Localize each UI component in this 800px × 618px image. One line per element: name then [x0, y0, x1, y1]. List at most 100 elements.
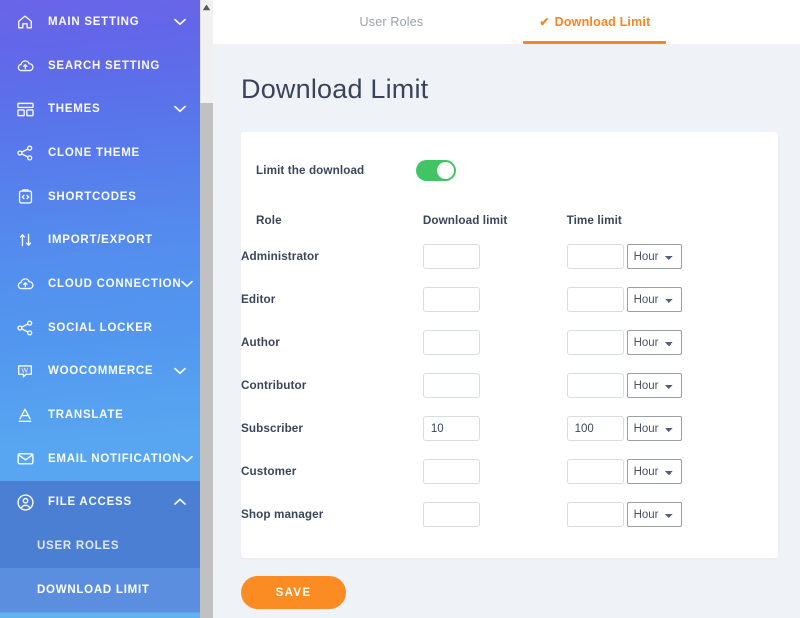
- sidebar-item-woocommerce[interactable]: WWOOCOMMERCE: [0, 350, 200, 394]
- sidebar-subitem-user-roles[interactable]: USER ROLES: [0, 524, 200, 568]
- time-limit-cell: HourDayWeekMonth: [567, 235, 778, 278]
- svg-text:W: W: [22, 368, 29, 375]
- sidebar-bottom-strip: [0, 613, 200, 618]
- translate-icon: [14, 404, 36, 426]
- time-limit-cell: HourDayWeekMonth: [567, 493, 778, 536]
- layout-grid-icon: [14, 98, 36, 120]
- sidebar-item-cloud-connection[interactable]: CLOUD CONNECTION: [0, 262, 200, 306]
- download-limit-cell: [423, 493, 567, 536]
- save-button[interactable]: SAVE: [241, 576, 346, 609]
- role-name-cell: Editor: [241, 278, 423, 321]
- tab-user-roles[interactable]: User Roles: [342, 0, 442, 44]
- sidebar-item-label: SEARCH SETTING: [48, 60, 160, 72]
- table-header-row: Role Download limit Time limit: [241, 214, 778, 235]
- chevron-up-icon[interactable]: [173, 496, 186, 509]
- sidebar-item-file-access[interactable]: FILE ACCESS: [0, 481, 200, 525]
- download-limit-cell: [423, 321, 567, 364]
- woocommerce-icon: W: [14, 360, 36, 382]
- sidebar-item-label: CLONE THEME: [48, 147, 140, 159]
- sidebar-item-label: IMPORT/EXPORT: [48, 234, 153, 246]
- time-unit-select[interactable]: HourDayWeekMonth: [627, 373, 682, 398]
- time-unit-select[interactable]: HourDayWeekMonth: [627, 416, 682, 441]
- table-row: Administrator HourDayWeekMonth: [241, 235, 778, 278]
- download-limit-input[interactable]: [423, 287, 480, 312]
- time-limit-group: HourDayWeekMonth: [567, 502, 778, 527]
- time-limit-cell: HourDayWeekMonth: [567, 321, 778, 364]
- main-content: User Roles ✔ Download Limit Download Limit…: [200, 0, 800, 618]
- sidebar-item-clone-theme[interactable]: CLONE THEME: [0, 131, 200, 175]
- tab-download-limit[interactable]: ✔ Download Limit: [521, 0, 668, 44]
- page-title: Download Limit: [241, 74, 781, 105]
- download-limit-table: Role Download limit Time limit Administr…: [241, 214, 778, 536]
- download-limit-input[interactable]: [423, 502, 480, 527]
- time-limit-group: HourDayWeekMonth: [567, 287, 778, 312]
- sidebar-subitem-label: USER ROLES: [37, 540, 119, 552]
- table-row: SubscriberHourDayWeekMonth: [241, 407, 778, 450]
- chevron-down-icon[interactable]: [173, 103, 186, 116]
- scroll-up-arrow-icon[interactable]: [202, 3, 211, 11]
- user-circle-icon: [14, 491, 36, 513]
- time-unit-select[interactable]: HourDayWeekMonth: [627, 330, 682, 355]
- tab-bar: User Roles ✔ Download Limit: [200, 0, 800, 44]
- download-limit-input[interactable]: [423, 244, 480, 269]
- column-header-time-limit: Time limit: [567, 214, 778, 235]
- sidebar-item-social-locker[interactable]: SOCIAL LOCKER: [0, 306, 200, 350]
- toggle-knob: [437, 162, 454, 179]
- sidebar-subitem-download-limit[interactable]: DOWNLOAD LIMIT: [0, 568, 200, 612]
- sidebar-item-themes[interactable]: THEMES: [0, 87, 200, 131]
- limit-toggle-label: Limit the download: [256, 164, 416, 177]
- sidebar-item-label: FILE ACCESS: [48, 496, 132, 508]
- sidebar-item-label: MAIN SETTING: [48, 16, 139, 28]
- sidebar: MAIN SETTING SEARCH SETTING THEMES CLONE TH…: [0, 0, 200, 618]
- time-unit-select[interactable]: HourDayWeekMonth: [627, 287, 682, 312]
- table-row: Customer HourDayWeekMonth: [241, 450, 778, 493]
- chevron-down-icon[interactable]: [181, 452, 193, 465]
- sidebar-item-label: THEMES: [48, 103, 100, 115]
- time-limit-input[interactable]: [567, 502, 624, 527]
- sidebar-item-label: CLOUD CONNECTION: [48, 278, 181, 290]
- time-limit-input[interactable]: [567, 287, 624, 312]
- time-limit-input[interactable]: [567, 416, 624, 441]
- time-limit-group: HourDayWeekMonth: [567, 416, 778, 441]
- tab-label: Download Limit: [555, 15, 651, 29]
- chevron-down-icon[interactable]: [181, 277, 193, 290]
- share-icon: [14, 317, 36, 339]
- chevron-down-icon[interactable]: [173, 15, 186, 28]
- sidebar-item-translate[interactable]: TRANSLATE: [0, 393, 200, 437]
- role-name-cell: Customer: [241, 450, 423, 493]
- download-limit-cell: [423, 278, 567, 321]
- sidebar-item-email-notification[interactable]: EMAIL NOTIFICATION: [0, 437, 200, 481]
- download-limit-input[interactable]: [423, 373, 480, 398]
- app-root: MAIN SETTING SEARCH SETTING THEMES CLONE TH…: [0, 0, 800, 618]
- sidebar-item-shortcodes[interactable]: SHORTCODES: [0, 175, 200, 219]
- sidebar-item-search-setting[interactable]: SEARCH SETTING: [0, 44, 200, 88]
- sidebar-item-main-setting[interactable]: MAIN SETTING: [0, 0, 200, 44]
- time-unit-select[interactable]: HourDayWeekMonth: [627, 459, 682, 484]
- cloud-upload-icon: [14, 55, 36, 77]
- content-area: Download Limit Limit the download Role D…: [200, 74, 800, 609]
- chevron-down-icon[interactable]: [173, 365, 186, 378]
- download-limit-input[interactable]: [423, 330, 480, 355]
- role-name-cell: Administrator: [241, 235, 423, 278]
- sidebar-item-label: SHORTCODES: [48, 191, 137, 203]
- column-header-role: Role: [241, 214, 423, 235]
- download-limit-input[interactable]: [423, 459, 480, 484]
- download-limit-input[interactable]: [423, 416, 480, 441]
- cloud-upload-icon: [14, 273, 36, 295]
- sidebar-scrollbar-thumb[interactable]: [200, 103, 213, 618]
- time-unit-select[interactable]: HourDayWeekMonth: [627, 244, 682, 269]
- envelope-icon: [14, 448, 36, 470]
- time-limit-input[interactable]: [567, 459, 624, 484]
- role-name-cell: Author: [241, 321, 423, 364]
- sidebar-item-import-export[interactable]: IMPORT/EXPORT: [0, 218, 200, 262]
- time-limit-input[interactable]: [567, 330, 624, 355]
- table-row: Editor HourDayWeekMonth: [241, 278, 778, 321]
- time-limit-input[interactable]: [567, 244, 624, 269]
- download-limit-cell: [423, 364, 567, 407]
- check-icon: ✔: [539, 15, 549, 29]
- time-unit-select[interactable]: HourDayWeekMonth: [627, 502, 682, 527]
- column-header-download-limit: Download limit: [423, 214, 567, 235]
- limit-the-download-toggle[interactable]: [416, 160, 456, 181]
- role-name-cell: Contributor: [241, 364, 423, 407]
- time-limit-input[interactable]: [567, 373, 624, 398]
